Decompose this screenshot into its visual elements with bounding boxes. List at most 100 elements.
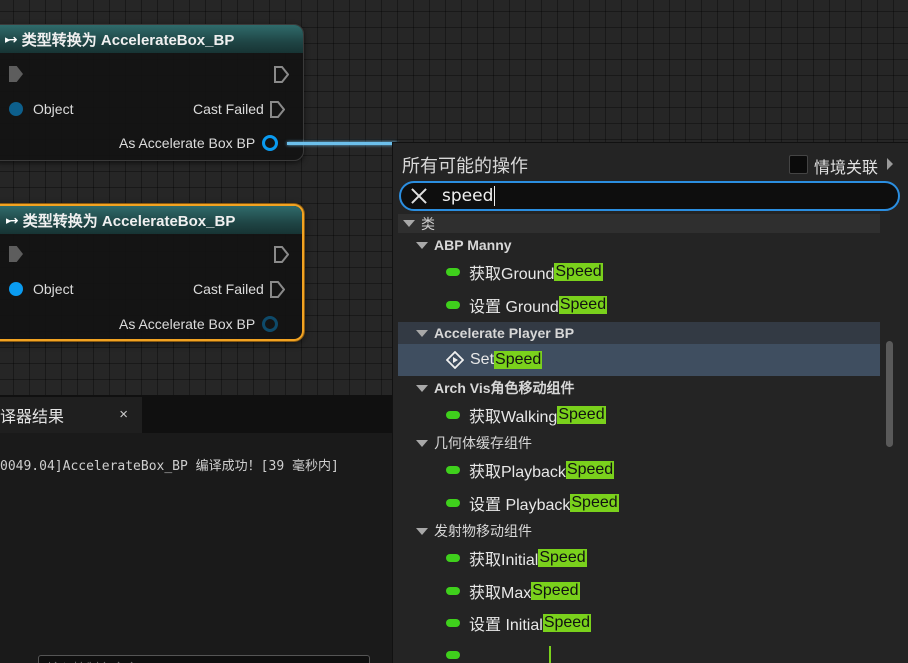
variable-pill-icon: [446, 466, 460, 474]
exec-output-pin[interactable]: [274, 244, 289, 264]
console-input[interactable]: 输入控制台命令: [38, 655, 370, 663]
as-accelerate-box-output-pin[interactable]: As Accelerate Box BP: [119, 314, 279, 334]
action-item[interactable]: 设置 Ground Speed: [398, 289, 880, 321]
category-accelerate-player-bp[interactable]: Accelerate Player BP: [398, 322, 880, 344]
tab-compiler-results[interactable]: 译器结果 ×: [0, 397, 142, 433]
text-caret: [494, 186, 496, 206]
object-pin-icon: [9, 102, 23, 116]
collapse-icon[interactable]: [416, 384, 428, 392]
log-line: 0049.04]AccelerateBox_BP 编译成功！[39 毫秒内]: [0, 459, 339, 474]
exec-pin-icon: [269, 100, 285, 118]
cast-failed-pin[interactable]: Cast Failed: [193, 99, 285, 119]
match-highlight: Speed: [531, 582, 580, 600]
exec-pin-icon: [269, 280, 285, 298]
cast-failed-label: Cast Failed: [193, 101, 264, 117]
clear-icon[interactable]: [409, 186, 429, 206]
action-label: 设置 Playback: [469, 497, 571, 514]
compiler-results-panel: 译器结果 × 0049.04]AccelerateBox_BP 编译成功！[39…: [0, 395, 392, 663]
search-input[interactable]: speed: [442, 186, 862, 206]
variable-pill-icon: [446, 499, 460, 507]
category-label: Arch Vis角色移动组件: [434, 380, 575, 396]
action-menu: 所有可能的操作 情境关联 speed 类 ABP Manny 获取Ground …: [392, 142, 908, 663]
node-title: 类型转换为 AccelerateBox_BP: [22, 212, 236, 230]
object-input-pin[interactable]: Object: [9, 279, 73, 299]
object-pin-icon: [262, 135, 279, 151]
variable-pill-icon: [446, 651, 460, 659]
exec-output-pin[interactable]: [274, 64, 289, 84]
exec-input-pin[interactable]: [9, 244, 23, 264]
exec-arrow-icon: ▸➜: [5, 33, 18, 46]
collapse-icon[interactable]: [416, 329, 428, 337]
action-label: 获取Initial: [469, 552, 539, 569]
action-label: 获取Max: [469, 585, 532, 602]
category-geometry-cache[interactable]: 几何体缓存组件: [398, 432, 880, 454]
action-label: 设置 Initial: [469, 617, 543, 634]
category-label: 类: [421, 215, 435, 232]
exec-pin-icon: [9, 66, 23, 82]
variable-pill-icon: [446, 268, 460, 276]
action-label: Set: [470, 351, 495, 368]
menu-title: 所有可能的操作: [402, 156, 528, 176]
action-item[interactable]: 获取Walking Speed: [398, 399, 880, 431]
collapse-icon[interactable]: [416, 439, 428, 447]
search-value: speed: [442, 186, 494, 206]
variable-pill-icon: [446, 411, 460, 419]
match-highlight: Speed: [494, 351, 543, 369]
cast-node-1[interactable]: ▸➜ 类型转换为 AccelerateBox_BP Object Cast Fa…: [0, 24, 304, 161]
scrollbar-thumb[interactable]: [886, 341, 893, 447]
object-input-pin[interactable]: Object: [9, 99, 73, 119]
cast-node-2[interactable]: ▸➜ 类型转换为 AccelerateBox_BP Object Cast Fa…: [0, 204, 304, 341]
action-item[interactable]: 获取Max Speed: [398, 575, 880, 607]
action-item[interactable]: 获取Ground Speed: [398, 256, 880, 288]
search-field[interactable]: speed: [399, 181, 900, 211]
match-highlight: Speed: [570, 494, 619, 512]
tab-label: 译器结果: [0, 409, 65, 426]
match-highlight: Speed: [542, 614, 592, 632]
collapse-icon[interactable]: [403, 220, 415, 227]
action-label: 获取Walking: [469, 409, 558, 426]
output-pin-label: As Accelerate Box BP: [119, 316, 256, 332]
category-label: 发射物移动组件: [434, 523, 532, 539]
category-root[interactable]: 类: [398, 214, 880, 233]
node-title: 类型转换为 AccelerateBox_BP: [21, 31, 235, 49]
exec-pin-icon: [274, 245, 289, 263]
connection-wire[interactable]: [287, 142, 397, 145]
close-icon[interactable]: ×: [119, 406, 128, 423]
category-projectile-movement[interactable]: 发射物移动组件: [398, 520, 880, 542]
match-highlight: Speed: [557, 406, 606, 424]
action-label: 获取Playback: [469, 464, 566, 481]
cast-failed-label: Cast Failed: [193, 281, 264, 297]
object-pin-label: Object: [33, 101, 74, 117]
collapse-icon[interactable]: [416, 241, 428, 249]
category-arch-vis[interactable]: Arch Vis角色移动组件: [398, 377, 880, 399]
exec-arrow-icon: ▸➜: [6, 214, 19, 227]
cast-failed-pin[interactable]: Cast Failed: [193, 279, 285, 299]
action-label: 设置 Ground: [469, 299, 559, 316]
variable-pill-icon: [446, 301, 460, 309]
action-item-partial[interactable]: ​: [398, 639, 880, 663]
node-header[interactable]: ▸➜ 类型转换为 AccelerateBox_BP: [0, 25, 303, 53]
context-sensitive-label[interactable]: 情境关联: [814, 154, 878, 178]
match-highlight: Speed: [554, 263, 603, 281]
action-item-selected[interactable]: Set Speed: [398, 344, 880, 376]
action-tree[interactable]: 类 ABP Manny 获取Ground Speed 设置 Ground Spe…: [398, 214, 881, 663]
action-item[interactable]: 设置 Playback Speed: [398, 487, 880, 519]
object-pin-icon: [9, 282, 23, 296]
category-label: 几何体缓存组件: [434, 435, 532, 451]
variable-pill-icon: [446, 587, 460, 595]
output-pin-label: As Accelerate Box BP: [119, 135, 256, 151]
context-sensitive-checkbox[interactable]: [789, 155, 808, 174]
exec-input-pin[interactable]: [9, 64, 23, 84]
action-item[interactable]: 获取Initial Speed: [398, 542, 880, 574]
as-accelerate-box-output-pin[interactable]: As Accelerate Box BP: [119, 133, 279, 153]
node-header[interactable]: ▸➜ 类型转换为 AccelerateBox_BP: [0, 206, 302, 234]
variable-pill-icon: [446, 554, 460, 562]
action-item[interactable]: 设置 Initial Speed: [398, 607, 880, 639]
chevron-right-icon[interactable]: [887, 158, 893, 170]
function-icon: [446, 351, 464, 369]
action-item[interactable]: 获取Playback Speed: [398, 454, 880, 486]
collapse-icon[interactable]: [416, 527, 428, 535]
object-pin-icon: [262, 316, 279, 332]
object-pin-label: Object: [33, 281, 74, 297]
category-abp-manny[interactable]: ABP Manny: [398, 234, 880, 256]
